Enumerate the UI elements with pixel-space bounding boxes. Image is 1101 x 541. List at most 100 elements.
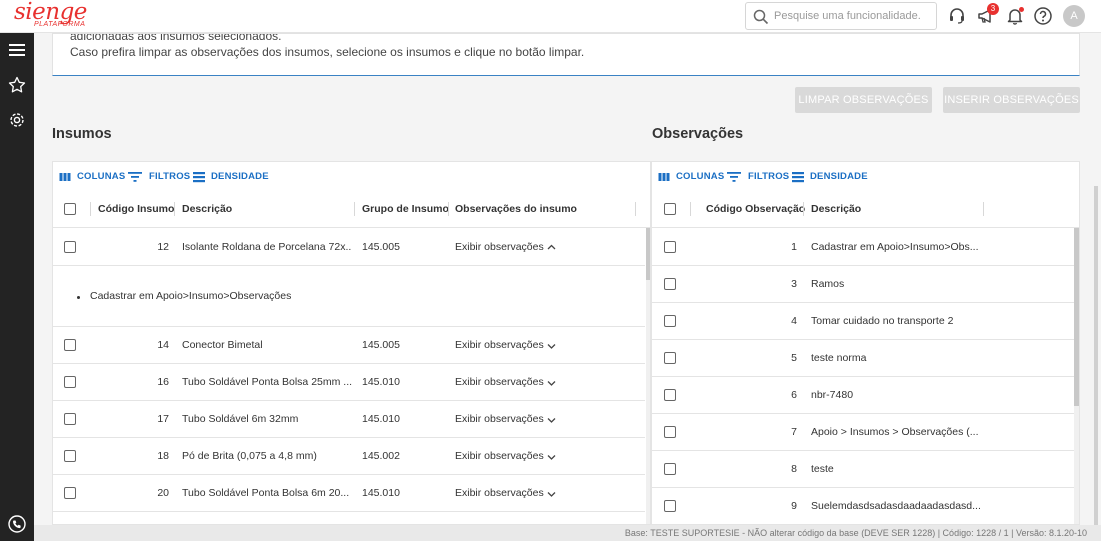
select-all-checkbox[interactable] xyxy=(664,203,676,215)
show-observations-link[interactable]: Exibir observações xyxy=(455,413,544,425)
density-button[interactable]: DENSIDADE xyxy=(810,171,868,182)
chevron-down-icon[interactable] xyxy=(547,343,556,349)
row-checkbox[interactable] xyxy=(64,450,76,462)
observacoes-scrollbar[interactable] xyxy=(1074,228,1079,524)
table-row[interactable]: 12 Isolante Roldana de Porcelana 72x... … xyxy=(53,229,645,266)
info-line-2: Caso prefira limpar as observações dos i… xyxy=(70,45,585,59)
search-icon xyxy=(753,9,769,25)
row-group: 145.010 xyxy=(362,487,400,499)
row-checkbox[interactable] xyxy=(64,487,76,499)
list-bullet xyxy=(77,296,80,299)
table-row[interactable]: 4 Tomar cuidado no transporte 2 xyxy=(652,303,1074,340)
density-icon[interactable] xyxy=(792,171,804,183)
page-scrollbar[interactable] xyxy=(1094,186,1098,525)
filter-icon[interactable] xyxy=(128,171,142,183)
filters-button[interactable]: FILTROS xyxy=(748,171,789,182)
table-row[interactable]: 20 Tubo Soldável Ponta Bolsa 6m 20... 14… xyxy=(53,475,645,512)
row-checkbox[interactable] xyxy=(64,376,76,388)
table-row[interactable]: 9 Suelemdasdsadasdaadaadasdasd... xyxy=(652,488,1074,524)
header-code[interactable]: Código Observação xyxy=(706,203,805,215)
filter-icon[interactable] xyxy=(727,171,741,183)
header-separator xyxy=(803,202,804,216)
show-observations-link[interactable]: Exibir observações xyxy=(455,339,544,351)
row-checkbox[interactable] xyxy=(64,339,76,351)
columns-button[interactable]: COLUNAS xyxy=(676,171,724,182)
header-separator xyxy=(90,202,91,216)
row-checkbox[interactable] xyxy=(64,241,76,253)
row-code: 12 xyxy=(157,241,169,253)
gear-icon[interactable] xyxy=(8,111,26,129)
table-row[interactable]: 16 Tubo Soldável Ponta Bolsa 25mm ... 14… xyxy=(53,364,645,401)
insumos-header-row: Código Insumo Descrição Grupo de Insumo … xyxy=(53,192,650,228)
header-separator xyxy=(448,202,449,216)
columns-icon[interactable] xyxy=(59,171,71,183)
search-box[interactable] xyxy=(745,2,937,30)
chevron-down-icon[interactable] xyxy=(547,454,556,460)
chevron-down-icon[interactable] xyxy=(547,417,556,423)
row-checkbox[interactable] xyxy=(664,500,676,512)
star-icon[interactable] xyxy=(8,76,26,94)
table-row[interactable]: 7 Apoio > Insumos > Observações (... xyxy=(652,414,1074,451)
avatar[interactable]: A xyxy=(1063,5,1085,27)
row-checkbox[interactable] xyxy=(664,426,676,438)
select-all-checkbox[interactable] xyxy=(64,203,76,215)
row-code: 14 xyxy=(157,339,169,351)
observacoes-scroll-thumb[interactable] xyxy=(1074,228,1079,406)
show-observations-link[interactable]: Exibir observações xyxy=(455,241,544,253)
table-row[interactable]: 14 Conector Bimetal 145.005 Exibir obser… xyxy=(53,327,645,364)
header-group[interactable]: Grupo de Insumo xyxy=(362,203,449,215)
row-code: 17 xyxy=(157,413,169,425)
filters-button[interactable]: FILTROS xyxy=(149,171,190,182)
chevron-up-icon[interactable] xyxy=(547,244,556,250)
menu-icon[interactable] xyxy=(8,41,26,59)
row-code: 9 xyxy=(791,500,797,512)
help-icon[interactable] xyxy=(1033,6,1053,26)
table-row[interactable]: 5 teste norma xyxy=(652,340,1074,377)
chevron-down-icon[interactable] xyxy=(547,380,556,386)
observacoes-title: Observações xyxy=(652,126,744,142)
row-checkbox[interactable] xyxy=(64,413,76,425)
header-description[interactable]: Descrição xyxy=(811,203,861,215)
header-observations[interactable]: Observações do insumo xyxy=(455,203,577,215)
header-separator xyxy=(635,202,636,216)
search-input[interactable] xyxy=(774,6,929,26)
density-button[interactable]: DENSIDADE xyxy=(211,171,269,182)
show-observations-link[interactable]: Exibir observações xyxy=(455,450,544,462)
row-checkbox[interactable] xyxy=(664,389,676,401)
observacoes-grid: COLUNAS FILTROS DENSIDADE Código Observa… xyxy=(651,161,1080,525)
header-description[interactable]: Descrição xyxy=(182,203,232,215)
top-bar: sienge PLATAFORMA 3 A xyxy=(0,0,1101,33)
observacoes-grid-toolbar: COLUNAS FILTROS DENSIDADE xyxy=(652,162,1079,192)
table-row[interactable]: 3 Ramos xyxy=(652,266,1074,303)
footer-text: Base: TESTE SUPORTESIE - NÃO alterar cód… xyxy=(624,528,1087,538)
row-code: 7 xyxy=(791,426,797,438)
insert-observations-button[interactable]: INSERIR OBSERVAÇÕES xyxy=(943,87,1080,113)
row-code: 16 xyxy=(157,376,169,388)
chevron-down-icon[interactable] xyxy=(547,491,556,497)
phone-icon[interactable] xyxy=(8,515,26,533)
table-row[interactable]: 8 teste xyxy=(652,451,1074,488)
show-observations-link[interactable]: Exibir observações xyxy=(455,487,544,499)
clear-observations-button[interactable]: LIMPAR OBSERVAÇÕES xyxy=(795,87,932,113)
logo[interactable]: sienge PLATAFORMA xyxy=(14,0,104,33)
density-icon[interactable] xyxy=(193,171,205,183)
headset-icon[interactable] xyxy=(947,6,967,26)
row-checkbox[interactable] xyxy=(664,315,676,327)
row-description: Ramos xyxy=(811,278,845,290)
columns-button[interactable]: COLUNAS xyxy=(77,171,125,182)
table-row[interactable]: 18 Pó de Brita (0,075 a 4,8 mm) 145.002 … xyxy=(53,438,645,475)
row-checkbox[interactable] xyxy=(664,463,676,475)
row-description: Tomar cuidado no transporte 2 xyxy=(811,315,954,327)
columns-icon[interactable] xyxy=(658,171,670,183)
row-checkbox[interactable] xyxy=(664,241,676,253)
row-checkbox[interactable] xyxy=(664,278,676,290)
show-observations-link[interactable]: Exibir observações xyxy=(455,376,544,388)
table-row[interactable]: 1 Cadastrar em Apoio>Insumo>Obs... xyxy=(652,229,1074,266)
header-code[interactable]: Código Insumo xyxy=(98,203,174,215)
table-row[interactable]: 6 nbr-7480 xyxy=(652,377,1074,414)
row-checkbox[interactable] xyxy=(664,352,676,364)
table-row[interactable]: 17 Tubo Soldável 6m 32mm 145.010 Exibir … xyxy=(53,401,645,438)
info-message: adicionadas aos insumos selecionados. Ca… xyxy=(52,33,1080,76)
row-description: Tubo Soldável 6m 32mm xyxy=(182,413,299,425)
page-scroll-thumb[interactable] xyxy=(1094,186,1098,525)
